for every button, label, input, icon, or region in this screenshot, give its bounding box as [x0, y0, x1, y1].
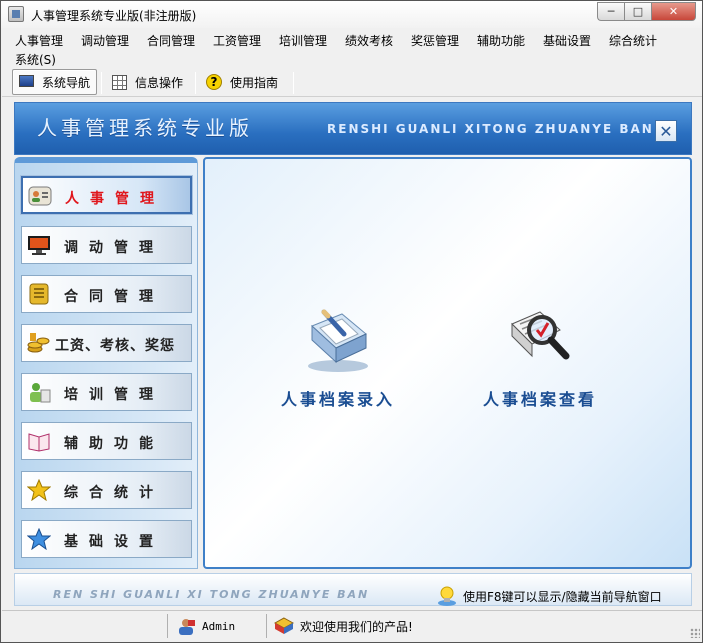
- status-bar: Admin 欢迎使用我们的产品!: [2, 610, 702, 640]
- status-username: Admin: [202, 619, 236, 633]
- nav-label: 基础设置: [64, 534, 164, 550]
- book-icon: [28, 433, 50, 452]
- personnel-icon: [28, 186, 52, 206]
- nav-label: 辅助功能: [64, 436, 164, 452]
- contract-icon: [29, 283, 49, 305]
- product-icon: [274, 617, 294, 634]
- toolbar-separator: [195, 72, 196, 94]
- nav-item-training[interactable]: 培训管理: [21, 373, 192, 411]
- nav-label: 综合统计: [64, 485, 164, 501]
- footer-band: REN SHI GUANLI XI TONG ZHUANYE BAN 使用F8键…: [14, 573, 692, 606]
- magnifier-doc-icon: [511, 311, 570, 360]
- banner-subtitle: RENSHI GUANLI XITONG ZHUANYE BAN: [327, 122, 654, 136]
- menu-transfer[interactable]: 调动管理: [81, 32, 129, 49]
- menu-bar: 人事管理 调动管理 合同管理 工资管理 培训管理 绩效考核 奖惩管理 辅助功能 …: [2, 30, 702, 68]
- toolbar-separator: [293, 72, 294, 94]
- nav-item-transfer[interactable]: 调动管理: [21, 226, 192, 264]
- coins-icon: [27, 333, 50, 353]
- action-label: 人事档案录入: [281, 390, 396, 409]
- banner-close-button[interactable]: ✕: [655, 120, 677, 142]
- minimize-icon: ─: [607, 5, 615, 18]
- nav-item-basic-settings[interactable]: 基础设置: [21, 520, 192, 558]
- nav-label: 调动管理: [64, 240, 164, 256]
- menu-contract[interactable]: 合同管理: [147, 32, 195, 49]
- menu-performance[interactable]: 绩效考核: [345, 32, 393, 49]
- menu-training[interactable]: 培训管理: [279, 32, 327, 49]
- nav-item-contract[interactable]: 合同管理: [21, 275, 192, 313]
- monitor-icon: [19, 75, 34, 87]
- menu-rewards[interactable]: 奖惩管理: [411, 32, 459, 49]
- menu-salary[interactable]: 工资管理: [213, 32, 261, 49]
- menu-auxiliary[interactable]: 辅助功能: [477, 32, 525, 49]
- nav-label: 合同管理: [64, 289, 164, 305]
- settings-star-icon: [27, 528, 51, 550]
- personnel-record-entry[interactable]: 人事档案录入: [281, 304, 395, 410]
- close-icon: ✕: [659, 121, 673, 141]
- window-controls: ─ □ ✕: [597, 2, 696, 21]
- close-icon: ✕: [668, 5, 679, 18]
- info-ops-button[interactable]: 信息操作: [106, 69, 191, 95]
- toolbar-separator: [101, 72, 102, 94]
- star-icon: [27, 479, 51, 501]
- status-separator: [266, 614, 267, 638]
- app-window: 人事管理系统专业版(非注册版) ─ □ ✕ 人事管理 调动管理 合同管理 工资管…: [0, 0, 703, 643]
- document-pen-icon: [308, 309, 368, 372]
- menu-statistics[interactable]: 综合统计: [609, 32, 657, 49]
- window-title: 人事管理系统专业版(非注册版): [31, 9, 197, 23]
- close-button[interactable]: ✕: [651, 2, 696, 21]
- f8-tip: 使用F8键可以显示/隐藏当前导航窗口: [437, 585, 662, 607]
- trainee-icon: [30, 383, 51, 403]
- nav-item-statistics[interactable]: 综合统计: [21, 471, 192, 509]
- maximize-icon: □: [632, 5, 644, 18]
- personnel-record-view[interactable]: 人事档案查看: [483, 304, 597, 410]
- nav-label: 培训管理: [64, 387, 164, 403]
- system-nav-label: 系统导航: [42, 75, 91, 90]
- menu-personnel[interactable]: 人事管理: [15, 32, 63, 49]
- header-banner: 人事管理系统专业版 RENSHI GUANLI XITONG ZHUANYE B…: [14, 102, 692, 155]
- toolbar: 系统导航 信息操作 ? 使用指南: [2, 69, 702, 97]
- maximize-button[interactable]: □: [624, 2, 651, 21]
- footer-pinyin: REN SHI GUANLI XI TONG ZHUANYE BAN: [53, 588, 370, 601]
- title-bar[interactable]: 人事管理系统专业版(非注册版) ─ □ ✕: [1, 1, 702, 28]
- nav-label: 人事管理: [65, 191, 165, 207]
- help-icon: ?: [206, 74, 222, 90]
- nav-item-auxiliary[interactable]: 辅助功能: [21, 422, 192, 460]
- user-guide-button[interactable]: ? 使用指南: [200, 69, 290, 95]
- user-guide-label: 使用指南: [230, 75, 279, 90]
- lightbulb-icon: [438, 586, 456, 606]
- nav-item-personnel[interactable]: 人事管理: [21, 176, 192, 214]
- app-icon[interactable]: [8, 6, 24, 22]
- banner-title: 人事管理系统专业版: [37, 116, 253, 140]
- info-ops-label: 信息操作: [135, 75, 184, 90]
- system-nav-button[interactable]: 系统导航: [12, 69, 97, 95]
- nav-panel: 人事管理 调动管理 合同管理 工资、考核、奖惩 培训管理 辅助功能 综合统计 基…: [14, 157, 198, 569]
- nav-item-salary-review-rewards[interactable]: 工资、考核、奖惩: [21, 324, 192, 362]
- nav-label: 工资、考核、奖惩: [55, 338, 175, 354]
- f8-tip-text: 使用F8键可以显示/隐藏当前导航窗口: [463, 589, 662, 604]
- status-separator: [167, 614, 168, 638]
- resize-grip[interactable]: [690, 628, 700, 638]
- monitor-icon: [28, 236, 50, 255]
- action-label: 人事档案查看: [483, 390, 598, 409]
- status-message: 欢迎使用我们的产品!: [274, 617, 413, 635]
- user-icon: [179, 619, 195, 635]
- status-user: Admin: [176, 617, 235, 635]
- main-panel: 人事档案录入 人事档案查看: [203, 157, 692, 569]
- grid-icon: [112, 74, 127, 90]
- status-message-text: 欢迎使用我们的产品!: [300, 619, 413, 634]
- minimize-button[interactable]: ─: [597, 2, 624, 21]
- menu-basic-settings[interactable]: 基础设置: [543, 32, 591, 49]
- menu-system[interactable]: 系统(S): [15, 51, 56, 68]
